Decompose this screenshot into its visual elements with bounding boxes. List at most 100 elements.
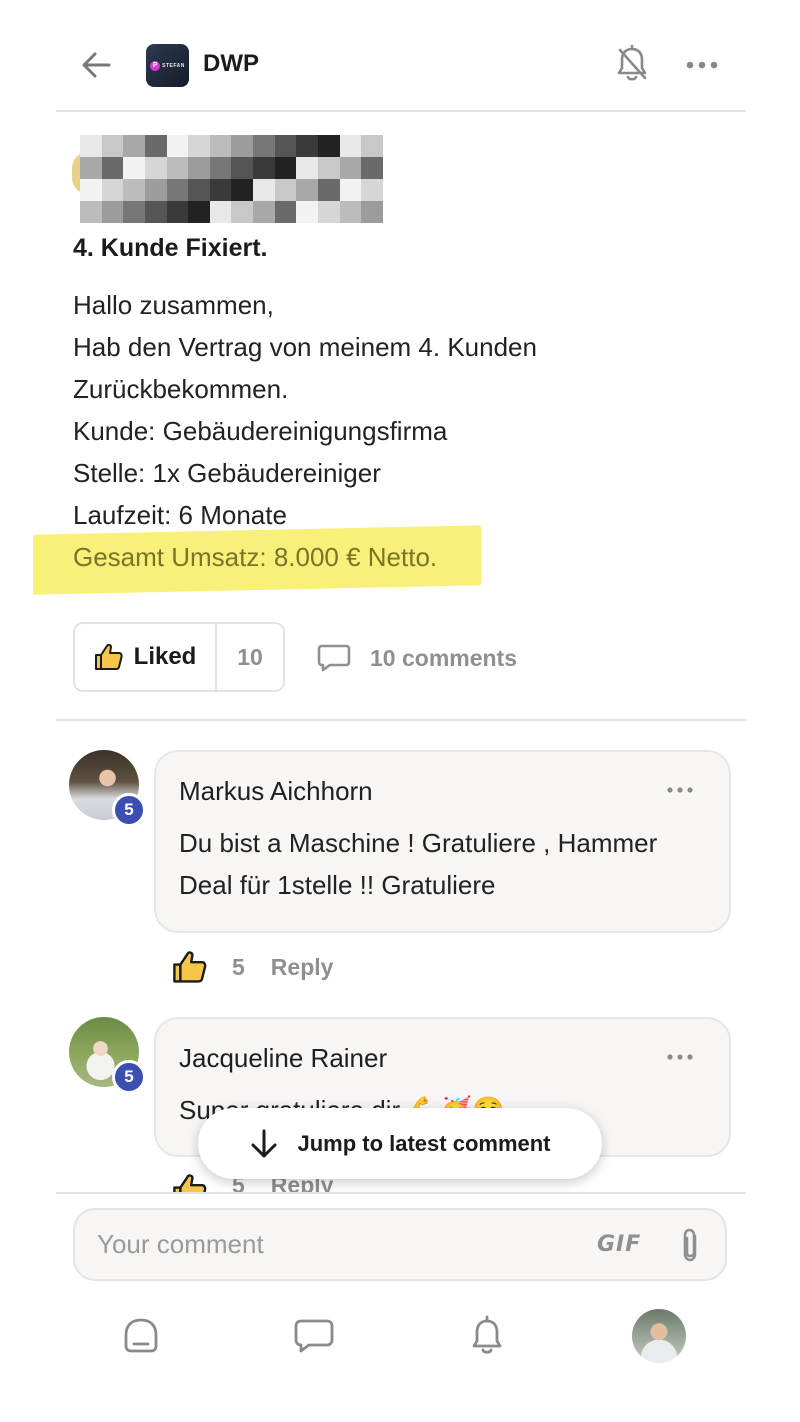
community-name[interactable]: DWP — [203, 50, 259, 78]
logo-letter: P — [150, 60, 161, 71]
pixel-block — [80, 201, 102, 223]
pixel-block — [101, 157, 124, 179]
pixel-block — [80, 135, 102, 157]
section-divider — [56, 719, 746, 721]
level-badge: 5 — [112, 1060, 146, 1094]
home-icon — [124, 1318, 158, 1353]
pixel-block — [166, 157, 189, 179]
paperclip-icon — [683, 1228, 697, 1262]
pixel-block — [339, 201, 362, 223]
post-body-line: Kunde: Gebäudereinigungsfirma — [73, 416, 448, 446]
comments-count-label: 10 comments — [370, 644, 518, 671]
like-label: Liked — [133, 643, 197, 670]
comment-more-button[interactable] — [665, 1047, 695, 1067]
pixel-block — [361, 157, 383, 179]
pixel-block — [166, 135, 189, 157]
pixel-block — [144, 157, 167, 179]
pixel-block — [296, 179, 319, 201]
commenter-name[interactable]: Markus Aichhorn — [179, 776, 373, 807]
pixel-block — [188, 157, 210, 179]
pixel-block — [253, 179, 275, 201]
mute-notifications-button[interactable] — [614, 44, 650, 84]
comment-bubble: Markus Aichhorn Du bist a Maschine ! Gra… — [154, 750, 731, 933]
pixel-block — [209, 157, 232, 179]
comment-text: Du bist a Maschine ! Gratuliere , Hammer… — [179, 828, 658, 900]
pixel-block — [339, 157, 362, 179]
bell-icon — [472, 1315, 502, 1354]
pixel-block — [296, 201, 319, 223]
pixel-block — [253, 201, 275, 223]
more-horizontal-icon — [667, 787, 693, 793]
pixel-block — [101, 135, 124, 157]
back-button[interactable] — [80, 48, 112, 82]
chat-icon — [294, 1319, 334, 1353]
composer-divider — [56, 1192, 746, 1194]
pixel-block — [361, 179, 383, 201]
pixel-block — [231, 135, 254, 157]
commenter-name[interactable]: Jacqueline Rainer — [179, 1043, 387, 1074]
gif-button[interactable]: GIF — [597, 1232, 641, 1257]
bell-off-icon — [617, 44, 647, 81]
pixel-block — [318, 157, 340, 179]
pixel-block — [253, 157, 275, 179]
reply-button[interactable]: Reply — [271, 954, 334, 981]
comment-more-button[interactable] — [665, 780, 695, 800]
post-body-line: Stelle: 1x Gebäudereiniger — [73, 458, 381, 488]
pixel-block — [80, 157, 102, 179]
pixel-block — [274, 135, 297, 157]
like-count[interactable]: 10 — [217, 624, 283, 690]
thumbs-up-icon[interactable] — [172, 949, 208, 985]
nav-notifications[interactable] — [465, 1313, 509, 1359]
nav-chat[interactable] — [292, 1313, 336, 1359]
pixel-block — [231, 157, 254, 179]
pixel-block — [318, 135, 340, 157]
pixel-block — [123, 157, 145, 179]
attach-button[interactable] — [673, 1226, 707, 1266]
pixel-block — [166, 179, 189, 201]
pixel-block — [274, 201, 297, 223]
pixel-block — [296, 157, 319, 179]
level-badge: 5 — [112, 793, 146, 827]
comments-link[interactable]: 10 comments — [316, 640, 517, 676]
pixel-block — [274, 157, 297, 179]
thumbs-up-icon — [94, 643, 123, 670]
more-horizontal-icon — [667, 1054, 693, 1060]
pixel-block — [80, 179, 102, 201]
pixel-block — [209, 179, 232, 201]
comment-icon — [317, 644, 351, 672]
post-body-line: Zurückbekommen. — [73, 374, 289, 404]
post-body-line: Hab den Vertrag von meinem 4. Kunden — [73, 332, 537, 362]
comment-like-count[interactable]: 5 — [232, 954, 245, 981]
thumbs-up-icon[interactable] — [172, 1172, 208, 1194]
pixel-block — [231, 179, 254, 201]
pixel-block — [361, 135, 383, 157]
comment-input[interactable] — [97, 1210, 557, 1279]
pixel-block — [318, 201, 340, 223]
pixel-block — [209, 201, 232, 223]
author-info-pixelated — [80, 135, 383, 223]
post-body: Hallo zusammen, Hab den Vertrag von mein… — [33, 284, 713, 595]
nav-home[interactable] — [119, 1313, 163, 1359]
pixel-block — [101, 201, 124, 223]
post-title: 4. Kunde Fixiert. — [73, 234, 268, 262]
pixel-block — [231, 201, 254, 223]
comment-actions: 5 Reply — [172, 947, 333, 987]
pixel-block — [209, 135, 232, 157]
post-like-control: Liked 10 — [73, 622, 285, 692]
logo-text: STEFAN — [162, 62, 185, 69]
pixel-block — [274, 179, 297, 201]
jump-to-latest-button[interactable]: Jump to latest comment — [198, 1108, 602, 1179]
pixel-block — [318, 179, 340, 201]
pixel-block — [361, 201, 383, 223]
community-logo[interactable]: P STEFAN — [146, 44, 189, 87]
pixel-block — [339, 135, 362, 157]
like-button[interactable]: Liked — [75, 624, 217, 690]
nav-profile-avatar[interactable] — [632, 1309, 686, 1363]
comment-composer: GIF — [73, 1208, 727, 1281]
pixel-block — [296, 135, 319, 157]
more-options-button[interactable] — [684, 50, 720, 80]
top-bar: P STEFAN DWP — [56, 0, 746, 112]
pixel-block — [144, 179, 167, 201]
highlighted-text: Gesamt Umsatz: 8.000 € Netto. — [73, 542, 438, 572]
pixel-block — [188, 201, 210, 223]
